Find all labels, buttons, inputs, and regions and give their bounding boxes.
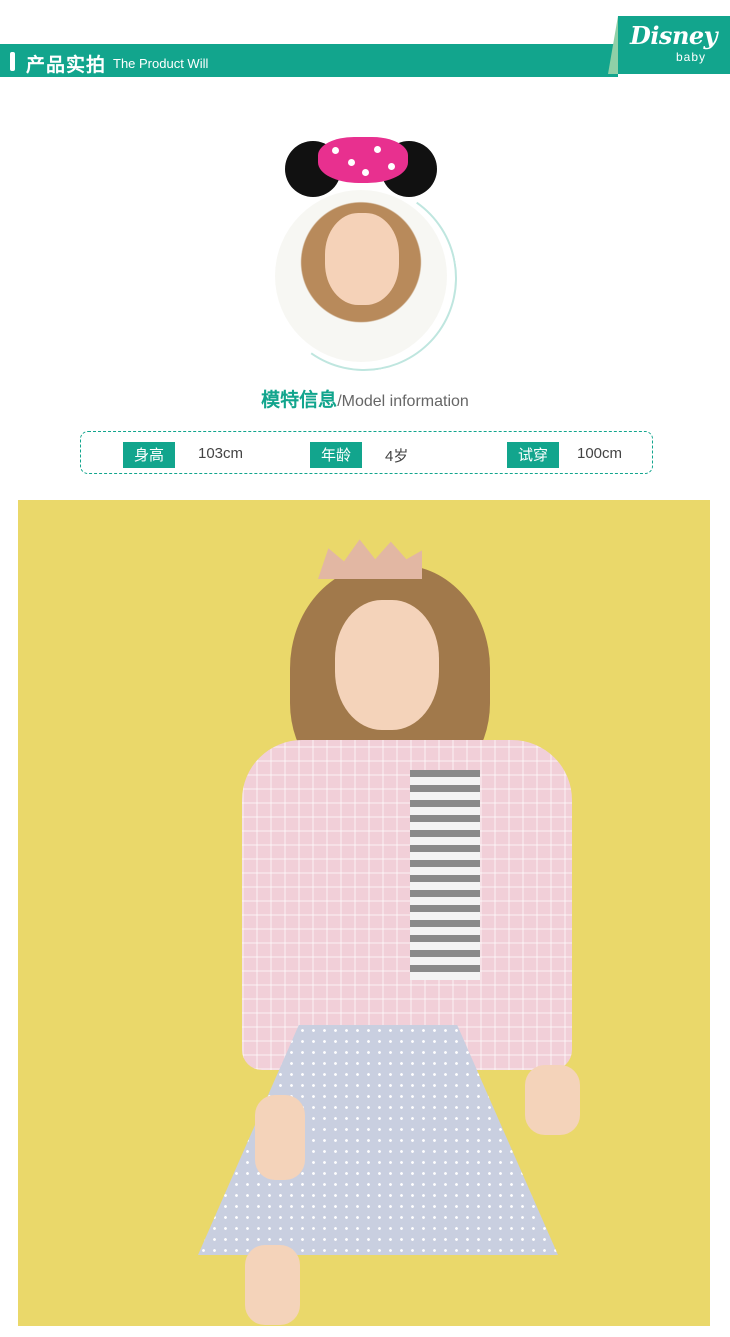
age-value: 4岁 <box>385 448 409 465</box>
portrait-face <box>325 213 399 305</box>
logo-brand-text: Disney <box>630 21 718 50</box>
photo-girl-face <box>335 600 439 730</box>
height-label: 身高 <box>123 442 176 468</box>
logo-fold-decoration <box>608 16 618 74</box>
model-info-title-cn: 模特信息 <box>261 389 338 411</box>
pink-bow <box>318 137 408 183</box>
model-portrait <box>256 135 472 386</box>
disney-baby-logo: Disney baby <box>618 16 730 74</box>
logo-brand-subtext: baby <box>676 50 707 64</box>
age-label: 年龄 <box>310 442 363 468</box>
photo-right-hand <box>525 1065 580 1135</box>
model-info-heading: 模特信息/Model information <box>0 385 730 412</box>
height-value: 103cm <box>198 445 244 462</box>
model-info-bar: 身高 103cm 年龄 4岁 试穿 100cm <box>80 431 653 474</box>
fit-size-value: 100cm <box>577 445 623 462</box>
photo-striped-shirt-front <box>410 770 480 980</box>
section-title: 产品实拍 <box>26 54 107 76</box>
photo-leg <box>245 1245 300 1325</box>
model-info-title-en: /Model information <box>337 393 469 410</box>
header-accent-bar <box>10 52 15 71</box>
photo-left-hand <box>255 1095 305 1180</box>
fit-size-label: 试穿 <box>507 442 560 468</box>
photo-pink-jacket <box>242 740 572 1070</box>
section-subtitle: The Product Will <box>113 56 209 71</box>
